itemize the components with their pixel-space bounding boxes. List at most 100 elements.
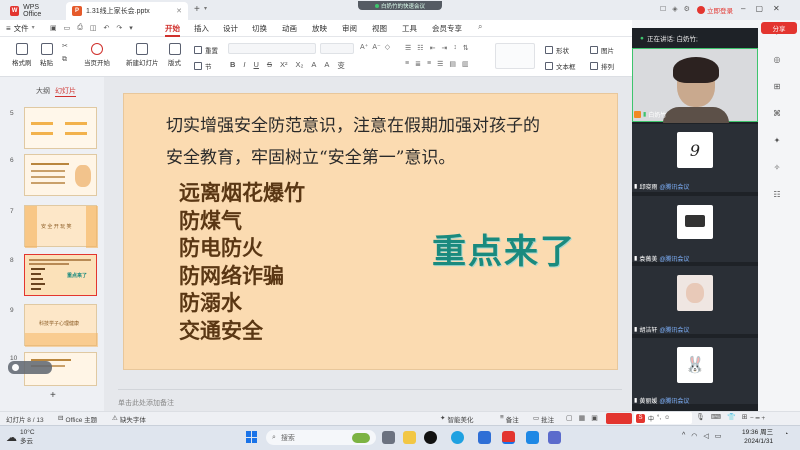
tab-home[interactable]: 开始 <box>165 20 180 37</box>
shape-gallery[interactable] <box>495 43 535 69</box>
redo-icon[interactable]: ↷ <box>116 24 122 32</box>
tab-insert[interactable]: 插入 <box>194 20 209 37</box>
slide-thumb-8-selected[interactable]: 重点来了 <box>24 254 97 296</box>
reset-button[interactable]: 重置 <box>194 45 218 55</box>
comments-button[interactable]: ▭ 批注 <box>533 414 554 424</box>
theme-indicator[interactable]: ⊟ Office 主题 <box>58 414 97 424</box>
tab-slideshow[interactable]: 放映 <box>312 20 327 37</box>
safety-list[interactable]: 远离烟花爆竹 防煤气 防电防火 防网络诈骗 防溺水 交通安全 <box>179 180 305 346</box>
slide-thumb-9[interactable]: 科技学子心理健康 <box>24 304 98 347</box>
minimize-icon[interactable]: – <box>741 4 745 13</box>
notification-icon[interactable]: ◔ <box>784 431 788 438</box>
battery-icon[interactable]: ▭ <box>715 432 722 440</box>
shirt-icon[interactable]: 👕 <box>727 413 736 421</box>
maximize-icon[interactable]: ▢ <box>755 4 763 13</box>
save-icon[interactable]: ▣ <box>50 24 57 32</box>
number-list-icon[interactable]: ☷ <box>417 44 423 52</box>
font-color-icon[interactable]: A <box>324 60 329 71</box>
subscript-icon[interactable]: X₂ <box>295 60 303 71</box>
format-painter-button[interactable]: 格式刷 <box>12 43 32 67</box>
text-direction-icon[interactable]: ⇅ <box>463 44 469 52</box>
tab-design[interactable]: 设计 <box>223 20 238 37</box>
missing-font-button[interactable]: ⚠ 缺失字体 <box>112 414 146 424</box>
file-menu[interactable]: ≡ 文件 ▾ <box>6 20 35 37</box>
sidebar-tool-icon[interactable]: ◎ <box>774 55 781 64</box>
slide-canvas[interactable]: 切实增强安全防范意识，注意在假期加强对孩子的 安全教育，牢固树立“安全第一”意识… <box>123 93 618 370</box>
sidebar-tool-icon[interactable]: ☷ <box>773 190 780 199</box>
mic-icon[interactable]: 🎙 <box>696 413 705 421</box>
close-window-icon[interactable]: ✕ <box>773 4 780 13</box>
section-button[interactable]: 节 <box>194 61 212 71</box>
volume-icon[interactable]: ◁ <box>703 432 708 440</box>
highlight-heading[interactable]: 重点来了 <box>432 224 576 273</box>
text-highlight-icon[interactable]: 变 <box>337 60 345 71</box>
sidebar-tool-icon[interactable]: ✧ <box>774 163 781 172</box>
cloud-icon[interactable]: ☐ <box>660 5 666 13</box>
font-size-select[interactable] <box>320 43 354 54</box>
line-spacing-icon[interactable]: ↕ <box>453 44 457 52</box>
more-icon[interactable]: ▾ <box>129 24 133 32</box>
app-taskbar-icon[interactable] <box>548 431 561 444</box>
font-family-select[interactable] <box>228 43 316 54</box>
clock[interactable]: 19:36 周三 2024/1/31 <box>742 428 773 446</box>
sidebar-tool-icon[interactable]: ✦ <box>774 136 781 145</box>
new-tab-button[interactable]: + <box>194 4 200 15</box>
undo-icon[interactable]: ↶ <box>103 24 109 32</box>
skin-icon[interactable]: ◈ <box>672 5 677 13</box>
video-tile-participant[interactable] <box>632 196 758 262</box>
add-slide-button[interactable]: + <box>50 390 56 401</box>
tab-member[interactable]: 会员专享 <box>432 20 462 37</box>
settings-icon[interactable]: ⚙ <box>684 5 690 13</box>
notes-placeholder[interactable]: 单击此处添加备注 <box>118 398 174 408</box>
clear-format-icon[interactable]: ◇ <box>385 43 390 51</box>
strikethrough-icon[interactable]: S <box>267 60 272 71</box>
slide-paragraph[interactable]: 切实增强安全防范意识，注意在假期加强对孩子的 安全教育，牢固树立“安全第一”意识… <box>166 110 586 174</box>
meeting-banner[interactable]: 白奶竹的快速会议 <box>358 1 442 10</box>
columns-icon[interactable]: ▥ <box>462 60 469 68</box>
share-button[interactable]: 分享 <box>761 22 797 34</box>
edge-icon[interactable] <box>451 431 464 444</box>
tab-transition[interactable]: 切换 <box>252 20 267 37</box>
layout-button[interactable]: 版式 <box>168 43 181 67</box>
slideshow-button[interactable] <box>606 413 632 424</box>
shrink-font-icon[interactable]: A⁻ <box>372 43 380 51</box>
distribute-icon[interactable]: ▤ <box>449 60 456 68</box>
tab-animation[interactable]: 动画 <box>282 20 297 37</box>
slide-thumb-6[interactable] <box>24 154 97 196</box>
start-button[interactable] <box>246 431 258 443</box>
ime-toolbar[interactable]: S 中 °, ☺ <box>634 412 692 424</box>
store-icon[interactable] <box>478 431 491 444</box>
wifi-icon[interactable]: ◠ <box>691 432 697 440</box>
folder-icon[interactable]: ▭ <box>64 24 71 32</box>
copy-icon[interactable]: ⧉ <box>62 56 68 64</box>
align-right-icon[interactable]: ≡ <box>427 60 431 68</box>
tab-review[interactable]: 审阅 <box>342 20 357 37</box>
meeting-taskbar-icon[interactable] <box>526 431 539 444</box>
meeting-float-widget[interactable] <box>8 361 52 374</box>
underline-icon[interactable]: U <box>254 60 259 71</box>
notes-button[interactable]: ≡ 备注 <box>500 414 519 424</box>
wps-taskbar-icon[interactable] <box>502 431 515 444</box>
superscript-icon[interactable]: X² <box>280 60 288 71</box>
search-icon[interactable]: ⌕ <box>478 22 482 32</box>
normal-view-icon[interactable]: ▢ <box>566 414 573 422</box>
arrange-button[interactable]: 排列 <box>590 61 614 71</box>
align-center-icon[interactable]: ≣ <box>415 60 421 68</box>
file-explorer-icon[interactable] <box>403 431 416 444</box>
smart-beautify-button[interactable]: ✦ 智能美化 <box>440 414 473 424</box>
preview-icon[interactable]: ◫ <box>90 24 97 32</box>
textbox-button[interactable]: 文本框 <box>545 61 576 71</box>
slide-thumb-7[interactable]: 安 全 开 玩 笑 <box>24 205 98 248</box>
tab-outline[interactable]: 大纲 <box>36 86 50 96</box>
bold-icon[interactable]: B <box>230 60 235 71</box>
grow-font-icon[interactable]: A⁺ <box>360 43 368 51</box>
image-button[interactable]: 图片 <box>590 45 614 55</box>
print-icon[interactable]: ⎙ <box>77 24 83 32</box>
slide-thumb-5[interactable] <box>24 107 97 149</box>
tab-document[interactable]: P 1.31线上家长会.pptx ✕ <box>66 2 188 20</box>
video-tile-participant[interactable]: 🐰 <box>632 338 758 404</box>
taskbar-search[interactable]: ⌕ 搜索 <box>266 430 376 445</box>
close-tab-icon[interactable]: ✕ <box>176 7 182 15</box>
chevron-up-icon[interactable]: ^ <box>682 432 685 440</box>
shape-button[interactable]: 形状 <box>545 45 569 55</box>
